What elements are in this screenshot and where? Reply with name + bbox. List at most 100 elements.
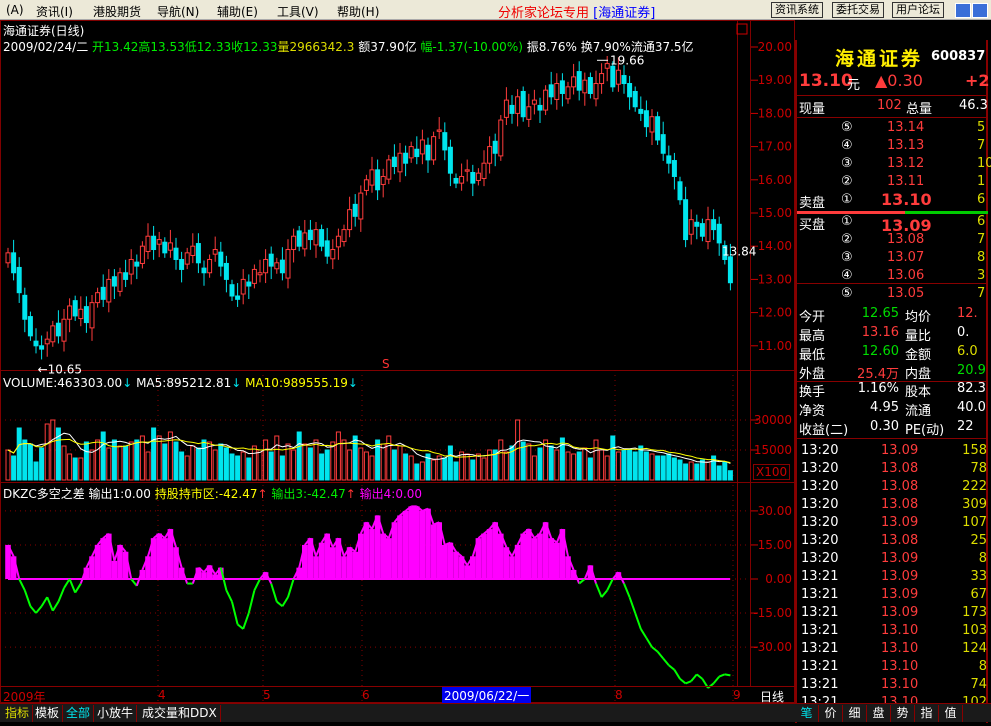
stat-value: 4.95 (870, 400, 899, 415)
candle-body (380, 175, 386, 185)
stat-label: 流通 (905, 404, 932, 419)
level-index: ② (841, 174, 853, 189)
tick-row: 13:20 13.09 8 (799, 551, 987, 569)
right-tab[interactable]: 势 (891, 705, 915, 722)
volume-bar (123, 445, 129, 481)
candle-body (677, 181, 683, 201)
tab-all[interactable]: 全部 (63, 705, 95, 722)
right-tab[interactable]: 笔 (795, 705, 819, 722)
right-tab[interactable]: 指 (915, 705, 939, 722)
volume-bar (162, 443, 168, 481)
tick-price: 13.09 (881, 605, 919, 620)
dkzc-bar (201, 572, 207, 579)
volume-bar (643, 451, 649, 481)
max-price-label: 19.66 (610, 53, 644, 67)
tick-volume: 33 (970, 569, 987, 584)
price-tick-label: 18.00 (758, 106, 792, 120)
candle-body (431, 136, 437, 161)
tab-indicator[interactable]: 指标 (2, 705, 34, 722)
minimize-icon[interactable] (955, 3, 971, 18)
volume-bar (291, 449, 297, 481)
menu-tools[interactable]: 工具(V) (277, 3, 319, 20)
menu-help[interactable]: 帮助(H) (337, 3, 379, 20)
dkzc-line-segment (685, 680, 692, 685)
ma5-value: MA5:895212.81 (136, 376, 232, 390)
candle-body (655, 116, 661, 141)
candle-body (307, 229, 313, 241)
volume-bar (615, 451, 621, 481)
candle-body (257, 272, 263, 276)
volume-bar (419, 461, 425, 481)
volume-bar (526, 443, 532, 481)
volume-bar (459, 451, 465, 481)
date-month: 4 (158, 688, 166, 702)
right-tab[interactable]: 价 (819, 705, 843, 722)
candle-body (610, 65, 616, 88)
ask-price: 13.11 (887, 174, 925, 189)
right-tab[interactable]: 细 (843, 705, 867, 722)
trade-button[interactable]: 委托交易 (832, 2, 884, 18)
price-tick-label: 13.00 (758, 272, 792, 286)
forum-button[interactable]: 用户论坛 (892, 2, 944, 18)
info-amount: 额37.90亿 (358, 40, 417, 54)
price-tick-label: 16.00 (758, 173, 792, 187)
candle-body (369, 169, 375, 186)
menu-a[interactable]: (A) (6, 3, 24, 17)
tick-volume: 67 (970, 587, 987, 602)
candle-body (492, 140, 498, 154)
tick-row: 13:21 13.10 124 (799, 641, 987, 659)
dkzc-bar (492, 522, 498, 579)
ask-row: 卖盘 ① 13.10 6 (799, 190, 986, 211)
price-tick-label: 20.00 (758, 40, 792, 54)
menu-navigate[interactable]: 导航(N) (157, 3, 199, 20)
signal-marker: S (382, 357, 390, 371)
candle-body (459, 175, 465, 184)
volume-bar (453, 461, 459, 481)
total-volume-label: 总量 (906, 102, 933, 117)
tick-time: 13:21 (801, 587, 839, 602)
candle-body (543, 89, 549, 111)
dkzc-bar (162, 538, 168, 579)
right-tab[interactable]: 盘 (867, 705, 891, 722)
menu-assist[interactable]: 辅助(E) (217, 3, 258, 20)
candle-body (268, 253, 274, 267)
candle-body (716, 223, 722, 244)
last-price-label: 13.84 (722, 245, 756, 259)
bid-volume: 7 (977, 286, 986, 301)
dkzc-line-segment (281, 596, 289, 607)
candle-body (515, 96, 521, 114)
maximize-icon[interactable] (972, 3, 988, 18)
stat-value: 12.65 (861, 306, 899, 321)
dkzc-line-segment (63, 578, 71, 589)
dkzc-bar (531, 538, 538, 579)
right-tab[interactable]: 值 (939, 705, 963, 722)
tab-xiaofangniu[interactable]: 小放牛 (94, 705, 138, 722)
ask-volume: 1 (977, 174, 986, 189)
kline-chart[interactable]: 20.00 19.00 18.00 17.00 16.00 15.00 14.00 13.00… (0, 20, 795, 703)
dkzc-line-segment (690, 673, 698, 682)
candle-body (145, 235, 151, 253)
candle-body (391, 156, 397, 168)
dkzc-tick-label: -30.00 (753, 640, 792, 654)
candle-body (50, 325, 56, 343)
bid-volume: 3 (977, 268, 986, 283)
info-system-button[interactable]: 资讯系统 (771, 2, 823, 18)
volume-bar (683, 463, 689, 481)
dkzc-line-segment (651, 646, 659, 653)
dkzc-line-segment (623, 583, 631, 598)
price-tick-label: 19.00 (758, 73, 792, 87)
candle-body (263, 258, 269, 274)
tick-row: 13:20 13.09 158 (799, 443, 987, 461)
price-tick-label: 15.00 (758, 206, 792, 220)
tab-template[interactable]: 模板 (32, 705, 64, 722)
candle-body (526, 106, 532, 120)
candle-body (694, 221, 700, 227)
stat-label: 内盘 (905, 367, 932, 382)
menu-hk-futures[interactable]: 港股期货 (93, 3, 141, 20)
tab-volume-ddx[interactable]: 成交量和DDX (139, 705, 221, 722)
volume-bar (195, 447, 201, 481)
candle-body (615, 69, 621, 85)
candle-body (212, 249, 218, 255)
date-month: 9 (733, 688, 741, 702)
menu-info[interactable]: 资讯(I) (36, 3, 73, 20)
